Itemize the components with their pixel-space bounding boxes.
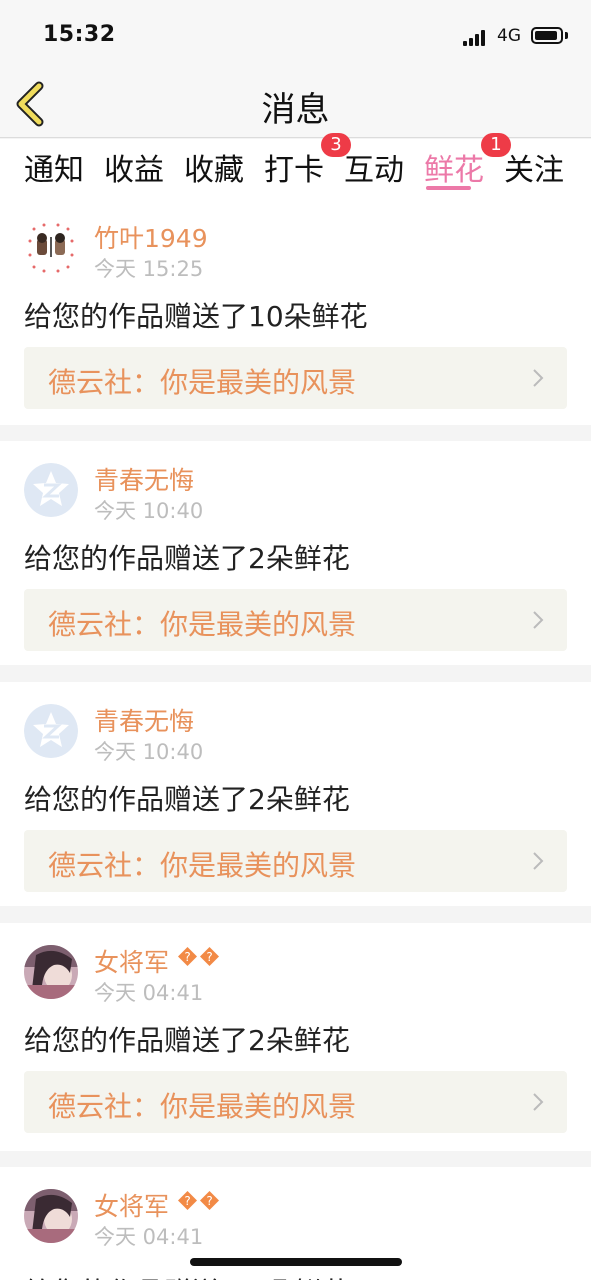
avatar[interactable] [24, 945, 78, 999]
message-text: 给您的作品赠送了2朵鲜花 [24, 1271, 350, 1280]
work-title: 德云社：你是最美的风景 [48, 366, 357, 399]
photo-avatar-icon [24, 1189, 78, 1243]
couple-photo-icon [24, 221, 78, 275]
nav-header: 消息 [0, 70, 591, 138]
vip-badge-icon: ? [178, 1191, 197, 1210]
battery-cap [565, 32, 568, 39]
work-link[interactable]: 德云社：你是最美的风景 [24, 589, 567, 651]
list-item: 青春无悔 今天 10:40 给您的作品赠送了2朵鲜花 德云社：你是最美的风景 [0, 682, 591, 906]
avatar[interactable] [24, 704, 78, 758]
chevron-right-icon [533, 369, 544, 387]
avatar[interactable] [24, 1189, 78, 1243]
message-text: 给您的作品赠送了2朵鲜花 [24, 783, 350, 816]
tab-earnings[interactable]: 收益 [104, 145, 164, 189]
work-title: 德云社：你是最美的风景 [48, 608, 357, 641]
work-title: 德云社：你是最美的风景 [48, 849, 357, 882]
chevron-right-icon [533, 611, 544, 629]
timestamp: 今天 15:25 [94, 257, 204, 281]
username[interactable]: 女将军 [94, 1187, 169, 1223]
username[interactable]: 竹叶1949 [94, 219, 208, 255]
tab-bar: 通知 收益 收藏 打卡 互动 3 鲜花 1 关注 [0, 133, 591, 199]
username[interactable]: 青春无悔 [94, 702, 194, 738]
work-link[interactable]: 德云社：你是最美的风景 [24, 1071, 567, 1133]
chevron-right-icon [533, 1093, 544, 1111]
tab-favorites[interactable]: 收藏 [184, 145, 244, 189]
screen: 15:32 4G 消息 通知 收益 收藏 打卡 互动 3 鲜花 1 关注 竹叶1… [0, 0, 591, 1280]
default-avatar-icon [24, 704, 78, 758]
svg-text:?: ? [206, 950, 212, 964]
svg-text:?: ? [206, 1194, 212, 1208]
avatar[interactable] [24, 221, 78, 275]
status-bar: 15:32 4G [0, 0, 591, 70]
work-link[interactable]: 德云社：你是最美的风景 [24, 347, 567, 409]
photo-avatar-icon [24, 945, 78, 999]
message-text: 给您的作品赠送了2朵鲜花 [24, 1024, 350, 1057]
work-link[interactable]: 德云社：你是最美的风景 [24, 830, 567, 892]
message-text: 给您的作品赠送了2朵鲜花 [24, 542, 350, 575]
timestamp: 今天 10:40 [94, 740, 204, 764]
default-avatar-icon [24, 463, 78, 517]
level-badge-icon: ? [200, 1191, 219, 1210]
tab-following[interactable]: 关注 [504, 145, 564, 189]
message-text: 给您的作品赠送了10朵鲜花 [24, 300, 368, 333]
tab-notifications[interactable]: 通知 [24, 145, 84, 189]
work-title: 德云社：你是最美的风景 [48, 1090, 357, 1123]
timestamp: 今天 04:41 [94, 981, 204, 1005]
tab-interactions[interactable]: 互动 [344, 145, 404, 189]
tab-flowers[interactable]: 鲜花 [424, 145, 484, 189]
username[interactable]: 女将军 [94, 943, 169, 979]
signal-icon [463, 30, 491, 46]
timestamp: 今天 10:40 [94, 499, 204, 523]
list-item: 青春无悔 今天 10:40 给您的作品赠送了2朵鲜花 德云社：你是最美的风景 [0, 441, 591, 665]
interactions-badge: 3 [321, 133, 351, 157]
level-badge-icon: ? [200, 947, 219, 966]
tab-checkin[interactable]: 打卡 [264, 145, 324, 189]
home-indicator[interactable] [190, 1258, 402, 1266]
network-label: 4G [497, 26, 521, 46]
svg-text:?: ? [184, 1194, 190, 1208]
battery-icon [531, 27, 563, 44]
page-title: 消息 [261, 90, 330, 130]
status-time: 15:32 [43, 22, 116, 47]
timestamp: 今天 04:41 [94, 1225, 204, 1249]
avatar[interactable] [24, 463, 78, 517]
chevron-right-icon [533, 852, 544, 870]
vip-badge-icon: ? [178, 947, 197, 966]
svg-text:?: ? [184, 950, 190, 964]
list-item: 女将军 ? ? 今天 04:41 给您的作品赠送了2朵鲜花 德云社：你是最美的风… [0, 923, 591, 1151]
list-item: 竹叶1949 今天 15:25 给您的作品赠送了10朵鲜花 德云社：你是最美的风… [0, 199, 591, 425]
active-tab-indicator [426, 186, 471, 190]
username[interactable]: 青春无悔 [94, 461, 194, 497]
